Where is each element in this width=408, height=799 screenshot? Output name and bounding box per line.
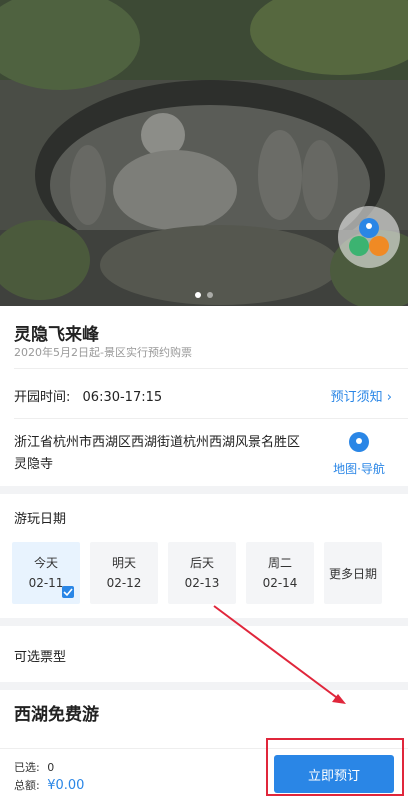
play-date-title: 游玩日期	[14, 512, 67, 527]
date-options: 今天 02-11 明天 02-12 后天 02-13 周二 02-14 更多日期	[12, 542, 382, 604]
annotation-highlight-box	[266, 738, 404, 796]
divider	[0, 682, 408, 690]
hero-image[interactable]	[0, 0, 408, 306]
service-float-icon[interactable]	[338, 206, 400, 268]
booking-notes-label: 预订须知	[330, 390, 383, 405]
location-pin-icon	[349, 432, 369, 452]
more-dates-button[interactable]: 更多日期	[324, 542, 382, 604]
date-value: 02-14	[262, 576, 298, 590]
date-value: 02-13	[184, 576, 220, 590]
total-label: 总额:	[14, 779, 40, 792]
attraction-info-card: 灵隐飞来峰 2020年5月2日起-景区实行预约购票 开园时间: 06:30-17…	[0, 306, 408, 486]
total-amount: 总额: ¥0.00	[14, 777, 84, 793]
divider	[14, 368, 408, 369]
address-text: 浙江省杭州市西湖区西湖街道杭州西湖风景名胜区灵隐寺	[14, 435, 301, 472]
map-navigation-label: 地图·导航	[333, 462, 385, 476]
booking-notes-link[interactable]: 预订须知 ›	[331, 386, 392, 405]
date-day: 明天	[111, 556, 136, 570]
opening-hours: 开园时间: 06:30-17:15	[14, 386, 162, 405]
attraction-title: 灵隐飞来峰	[14, 325, 99, 345]
ticket-types-title: 可选票型	[14, 650, 67, 665]
date-day: 今天	[33, 556, 58, 570]
checkmark-icon	[62, 586, 74, 598]
divider	[14, 418, 408, 419]
booking-notice-subtitle: 2020年5月2日起-景区实行预约购票	[14, 346, 192, 359]
date-option-day-after[interactable]: 后天 02-13	[168, 542, 236, 604]
date-option-tuesday[interactable]: 周二 02-14	[246, 542, 314, 604]
map-navigation-button[interactable]: 地图·导航	[326, 432, 392, 477]
opening-hours-value: 06:30-17:15	[82, 390, 163, 405]
more-dates-label: 更多日期	[328, 567, 377, 581]
date-option-tomorrow[interactable]: 明天 02-12	[90, 542, 158, 604]
date-day: 周二	[267, 556, 292, 570]
opening-hours-label: 开园时间:	[14, 390, 71, 405]
chevron-right-icon: ›	[386, 390, 392, 405]
selected-label: 已选:	[14, 761, 40, 774]
package-title: 西湖免费游	[14, 705, 99, 725]
play-date-card: 游玩日期 今天 02-11 明天 02-12 后天 02-13 周二 02-14…	[0, 494, 408, 618]
date-option-today[interactable]: 今天 02-11	[12, 542, 80, 604]
selected-count: 已选: 0	[14, 759, 54, 775]
carousel-dots	[0, 292, 408, 298]
date-day: 后天	[189, 556, 214, 570]
ticket-types-card: 可选票型 西湖免费游	[0, 626, 408, 750]
date-value: 02-12	[106, 576, 142, 590]
selected-value: 0	[47, 761, 55, 774]
total-value: ¥0.00	[47, 778, 85, 793]
carousel-dot[interactable]	[195, 292, 201, 298]
carousel-dot[interactable]	[207, 292, 213, 298]
